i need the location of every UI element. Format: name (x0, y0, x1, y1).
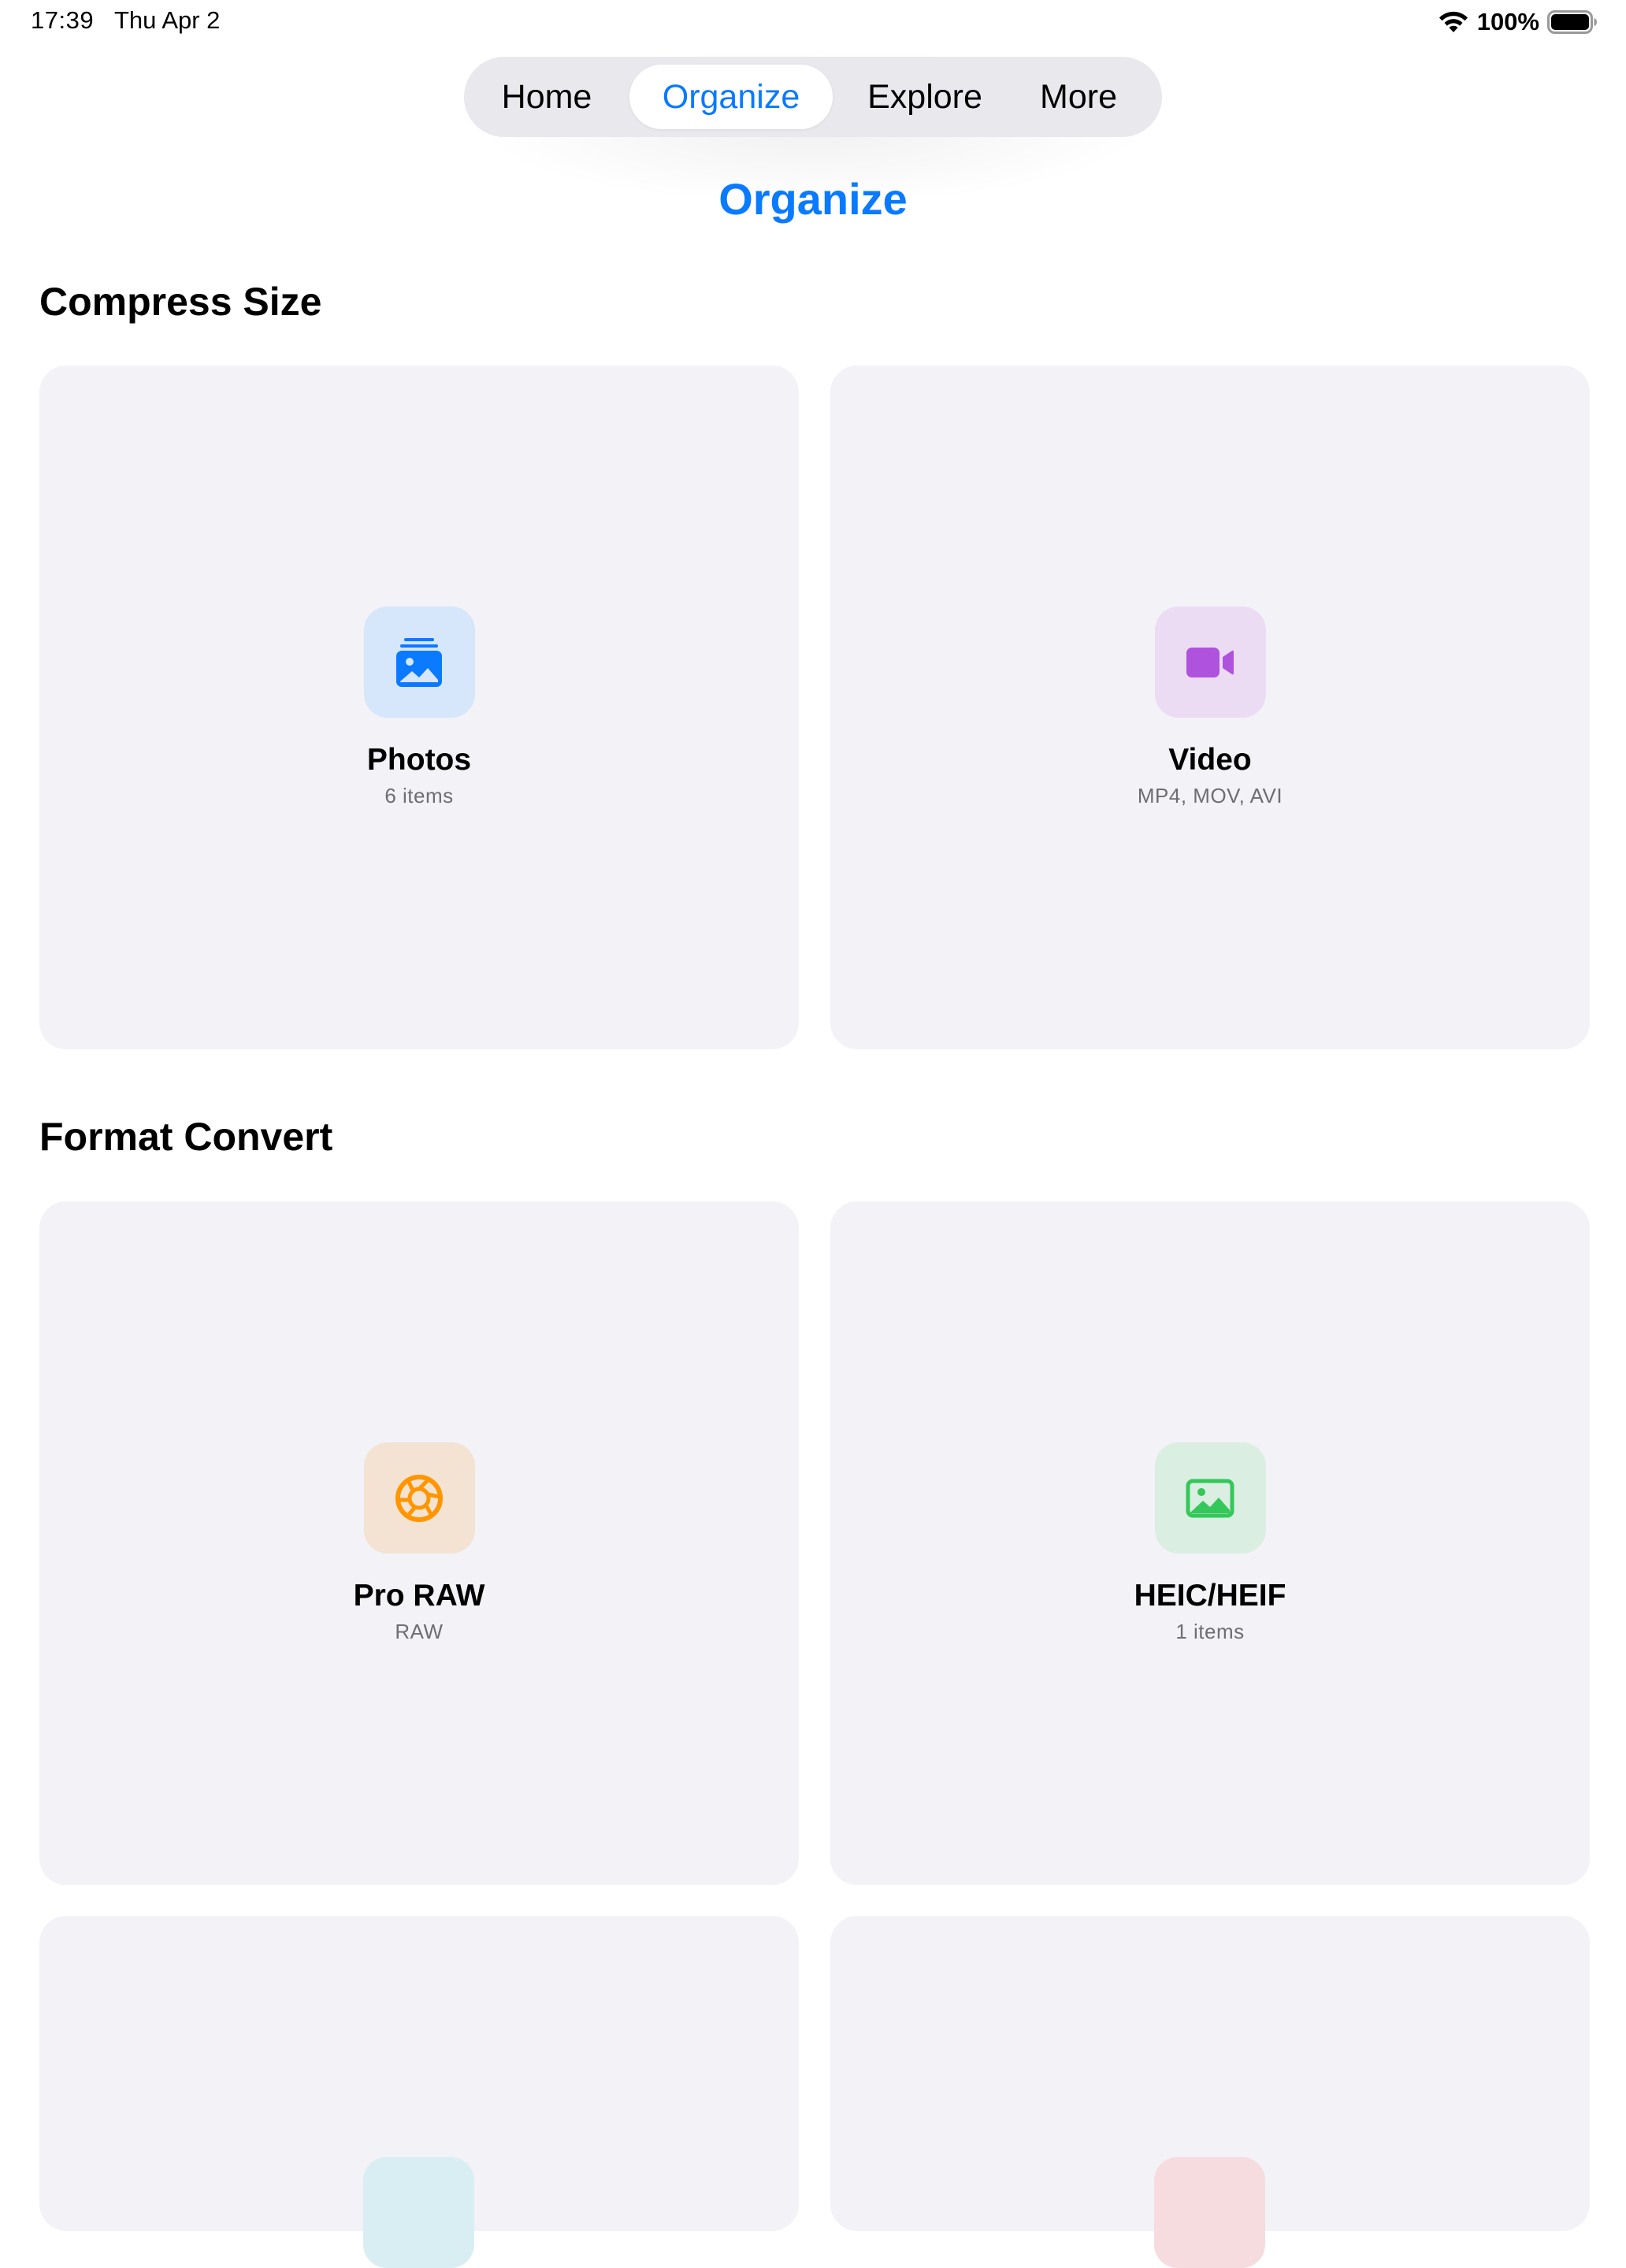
page-title: Organize (718, 174, 908, 224)
tab-bar: Home Organize Explore More (464, 57, 1162, 137)
status-date: Thu Apr 2 (114, 6, 221, 34)
section-title-compress-size: Compress Size (39, 280, 322, 324)
partial-icon-tile (1154, 2157, 1265, 2268)
partial-icon-tile (363, 2157, 474, 2268)
tab-home[interactable]: Home (488, 65, 606, 129)
pro-raw-icon-tile (363, 1442, 475, 1553)
card-video[interactable]: Video MP4, MOV, AVI (830, 366, 1590, 1049)
status-time: 17:39 (31, 6, 95, 34)
battery-percentage: 100% (1476, 8, 1539, 35)
status-indicators: 100% (1438, 6, 1598, 38)
card-subtitle: RAW (395, 1620, 444, 1643)
photos-stack-icon (396, 637, 442, 687)
photo-icon (1186, 1479, 1234, 1517)
card-subtitle: MP4, MOV, AVI (1137, 784, 1283, 807)
video-camera-icon (1186, 647, 1234, 677)
card-title: Pro RAW (353, 1579, 485, 1613)
aperture-icon (395, 1474, 443, 1522)
card-subtitle: 1 items (1175, 1620, 1245, 1643)
photos-icon-tile (363, 607, 475, 718)
card-pro-raw[interactable]: Pro RAW RAW (39, 1201, 799, 1885)
card-title: HEIC/HEIF (1134, 1579, 1286, 1613)
tab-more[interactable]: More (1015, 65, 1142, 129)
card-title: Video (1168, 743, 1252, 777)
card-subtitle: 6 items (384, 784, 454, 807)
wifi-icon (1438, 10, 1469, 34)
card-heic-heif[interactable]: HEIC/HEIF 1 items (830, 1201, 1590, 1885)
card-title: Photos (366, 743, 472, 777)
status-bar: 17:39 Thu Apr 2 100% (0, 0, 1626, 47)
section-title-format-convert: Format Convert (39, 1115, 333, 1159)
tab-explore[interactable]: Explore (842, 65, 1008, 129)
card-photos[interactable]: Photos 6 items (39, 366, 799, 1049)
battery-full-icon (1547, 10, 1598, 34)
card-format-convert-4[interactable] (830, 1916, 1590, 2268)
heic-icon-tile (1154, 1442, 1266, 1553)
video-icon-tile (1154, 607, 1266, 718)
card-format-convert-3[interactable] (39, 1916, 799, 2268)
tab-organize[interactable]: Organize (629, 65, 833, 129)
